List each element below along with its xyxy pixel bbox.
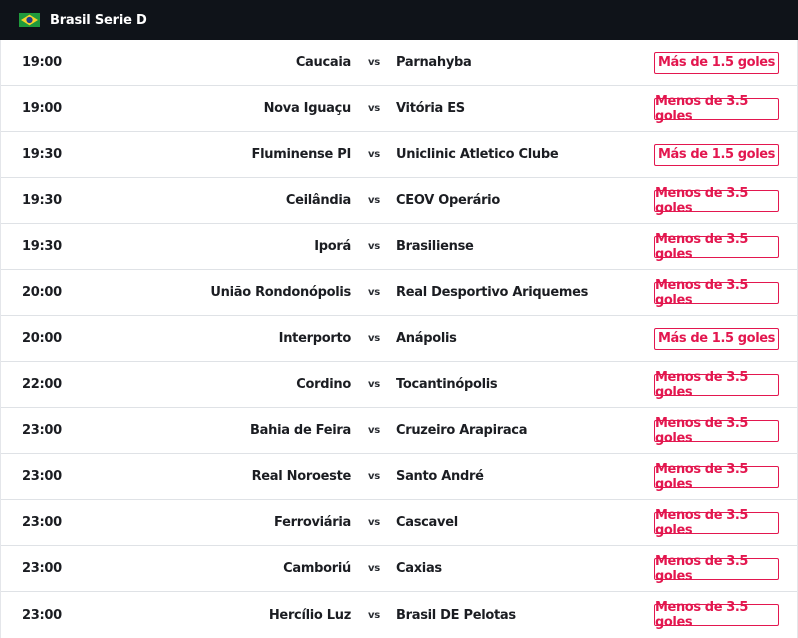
vs-label: vs (368, 563, 380, 574)
home-team: Ferroviária (274, 515, 351, 530)
vs-label: vs (368, 471, 380, 482)
home-team: Bahia de Feira (250, 423, 351, 438)
match-row[interactable]: 20:00 União Rondonópolis vs Real Desport… (1, 270, 797, 316)
match-time: 20:00 (22, 285, 62, 300)
tip-button[interactable]: Menos de 3.5 goles (654, 508, 779, 538)
away-team: Cascavel (396, 515, 458, 530)
home-team: Camboriú (283, 561, 351, 576)
away-team: Caxias (396, 561, 442, 576)
home-team: Interporto (278, 331, 352, 346)
home-team: Iporá (314, 239, 351, 254)
vs-label: vs (368, 287, 380, 298)
tip-button[interactable]: Menos de 3.5 goles (654, 278, 779, 308)
away-team: Santo André (396, 469, 484, 484)
away-team: Real Desportivo Ariquemes (396, 285, 589, 300)
tip-button[interactable]: Menos de 3.5 goles (654, 370, 779, 400)
tip-button[interactable]: Menos de 3.5 goles (654, 186, 779, 216)
away-team: Parnahyba (396, 55, 472, 70)
vs-label: vs (368, 195, 380, 206)
match-row[interactable]: 19:00 Nova Iguaçu vs Vitória ES Menos de… (1, 86, 797, 132)
home-team: Ceilândia (285, 193, 351, 208)
tip-button[interactable]: Menos de 3.5 goles (654, 232, 779, 262)
away-team: Brasil DE Pelotas (396, 607, 516, 623)
brazil-flag-icon (19, 13, 40, 27)
vs-label: vs (368, 103, 380, 114)
match-row[interactable]: 23:00 Ferroviária vs Cascavel Menos de 3… (1, 500, 797, 546)
away-team: Anápolis (396, 331, 457, 346)
away-team: Brasiliense (396, 239, 474, 254)
league-header: Brasil Serie D (0, 0, 798, 40)
match-row[interactable]: 19:00 Caucaia vs Parnahyba Más de 1.5 go… (1, 40, 797, 86)
match-row[interactable]: 19:30 Iporá vs Brasiliense Menos de 3.5 … (1, 224, 797, 270)
away-team: Vitória ES (396, 101, 465, 116)
match-time: 19:30 (22, 239, 62, 254)
match-time: 23:00 (22, 561, 62, 576)
match-time: 22:00 (22, 377, 62, 392)
vs-label: vs (368, 57, 380, 68)
match-row[interactable]: 23:00 Hercílio Luz vs Brasil DE Pelotas … (1, 592, 797, 638)
tip-button[interactable]: Más de 1.5 goles (654, 51, 779, 74)
home-team: União Rondonópolis (210, 285, 351, 300)
home-team: Real Noroeste (251, 469, 352, 484)
tip-button[interactable]: Más de 1.5 goles (654, 327, 779, 350)
vs-label: vs (368, 517, 380, 528)
match-time: 20:00 (22, 331, 62, 346)
vs-label: vs (368, 333, 380, 344)
match-row[interactable]: 19:30 Fluminense PI vs Uniclinic Atletic… (1, 132, 797, 178)
tip-button[interactable]: Menos de 3.5 goles (654, 94, 779, 124)
home-team: Caucaia (295, 55, 351, 70)
away-team: Tocantinópolis (396, 377, 498, 392)
home-team: Hercílio Luz (268, 607, 351, 623)
match-time: 23:00 (22, 607, 62, 623)
match-row[interactable]: 23:00 Real Noroeste vs Santo André Menos… (1, 454, 797, 500)
away-team: Cruzeiro Arapiraca (396, 423, 528, 438)
match-row[interactable]: 23:00 Bahia de Feira vs Cruzeiro Arapira… (1, 408, 797, 454)
match-time: 19:30 (22, 147, 62, 162)
match-time: 23:00 (22, 515, 62, 530)
match-row[interactable]: 19:30 Ceilândia vs CEOV Operário Menos d… (1, 178, 797, 224)
match-time: 19:00 (22, 101, 62, 116)
match-row[interactable]: 23:00 Camboriú vs Caxias Menos de 3.5 go… (1, 546, 797, 592)
match-time: 19:00 (22, 55, 62, 70)
tip-button[interactable]: Menos de 3.5 goles (654, 600, 779, 630)
tip-button[interactable]: Menos de 3.5 goles (654, 554, 779, 584)
home-team: Nova Iguaçu (263, 101, 352, 116)
tip-button[interactable]: Menos de 3.5 goles (654, 416, 779, 446)
match-row[interactable]: 20:00 Interporto vs Anápolis Más de 1.5 … (1, 316, 797, 362)
league-title: Brasil Serie D (50, 12, 147, 28)
vs-label: vs (368, 425, 380, 436)
tip-button[interactable]: Más de 1.5 goles (654, 143, 779, 166)
match-list: 19:00 Caucaia vs Parnahyba Más de 1.5 go… (0, 40, 798, 638)
match-time: 19:30 (22, 193, 62, 208)
vs-label: vs (368, 241, 380, 252)
home-team: Cordino (296, 377, 351, 392)
match-row[interactable]: 22:00 Cordino vs Tocantinópolis Menos de… (1, 362, 797, 408)
match-time: 23:00 (22, 469, 62, 484)
home-team: Fluminense PI (251, 147, 352, 162)
tip-button[interactable]: Menos de 3.5 goles (654, 462, 779, 492)
vs-label: vs (368, 379, 380, 390)
away-team: Uniclinic Atletico Clube (396, 147, 559, 162)
vs-label: vs (368, 609, 380, 621)
away-team: CEOV Operário (396, 193, 500, 208)
match-time: 23:00 (22, 423, 62, 438)
vs-label: vs (368, 149, 380, 160)
